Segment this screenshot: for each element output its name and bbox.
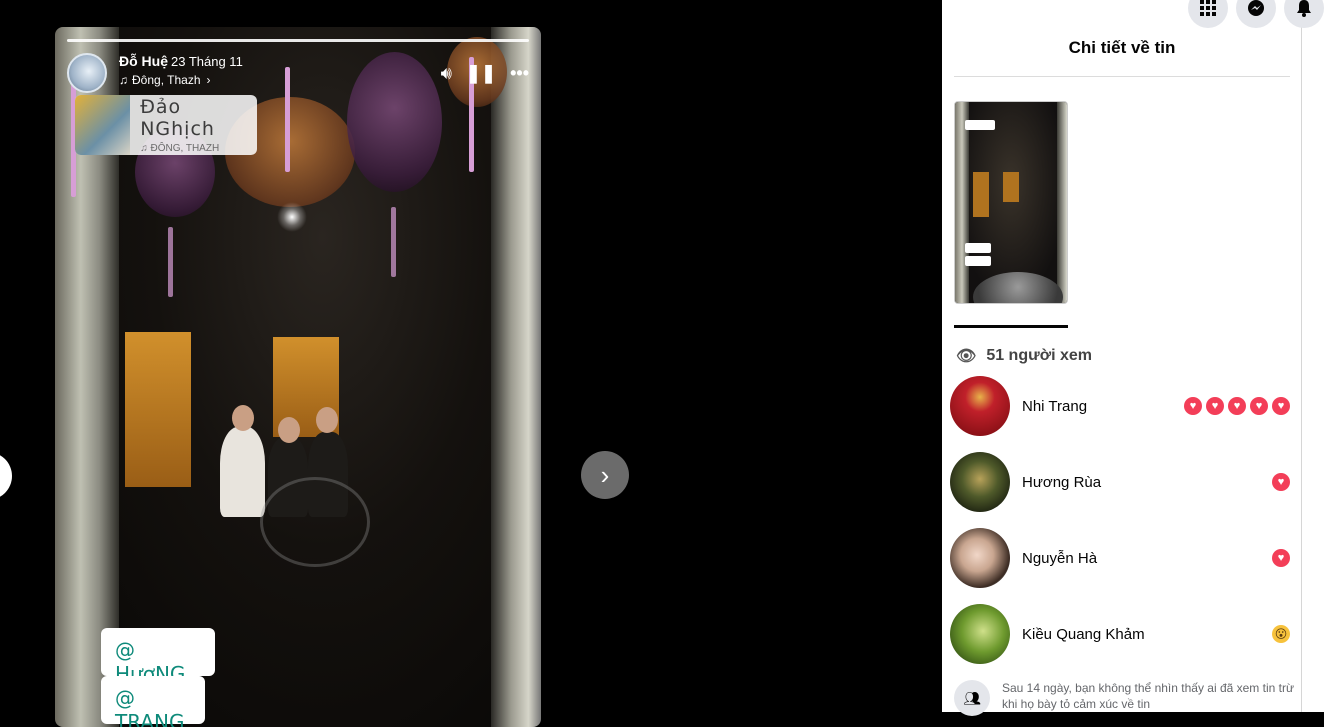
heart-icon: ♥ (1272, 549, 1290, 567)
viewer-row[interactable]: Hương Rùa ♥ (950, 452, 1290, 512)
story-progress-bar (67, 39, 529, 42)
music-link[interactable]: ♫ Đông, Thazh › (119, 73, 243, 87)
thumb-frame-right (1057, 102, 1067, 303)
messenger-icon[interactable] (1236, 0, 1276, 28)
volume-icon[interactable]: 🔊︎ (441, 63, 452, 84)
bell-icon[interactable] (1284, 0, 1324, 28)
light-glow (277, 202, 307, 232)
heart-icon: ♥ (1206, 397, 1224, 415)
orange-door (125, 332, 191, 487)
reactions: 😮︎ (1268, 625, 1290, 643)
reactions: ♥ (1268, 473, 1290, 491)
viewer-name[interactable]: Nguyễn Hà (1022, 550, 1268, 567)
previous-story-button[interactable] (0, 452, 12, 500)
story-details-panel: Chi tiết về tin 👁︎ 51 người xem Nhi Tran… (942, 0, 1324, 716)
thumb-frame-left (955, 102, 969, 303)
apps-grid-icon[interactable] (1188, 0, 1228, 28)
avatar[interactable] (950, 376, 1010, 436)
tassel (391, 207, 396, 277)
music-sticker[interactable]: Đảo NGhịch ♫ ĐÔNG, THAZH (75, 95, 257, 155)
thumbnail-selected-indicator (954, 325, 1068, 328)
album-art (75, 95, 131, 155)
people-icon: 👥︎ (954, 680, 990, 716)
music-label: Đông, Thazh (132, 73, 201, 87)
thumb-tag (965, 256, 991, 266)
heart-icon: ♥ (1228, 397, 1246, 415)
avatar[interactable] (950, 604, 1010, 664)
face (278, 417, 300, 443)
tassel (285, 67, 290, 172)
viewer-name[interactable]: Kiều Quang Khảm (1022, 626, 1268, 643)
heart-icon: ♥ (1272, 473, 1290, 491)
wow-icon: 😮︎ (1272, 625, 1290, 643)
privacy-note-text: Sau 14 ngày, bạn không thể nhìn thấy ai … (1002, 681, 1295, 711)
divider (954, 76, 1290, 77)
heart-icon: ♥ (1272, 397, 1290, 415)
story-viewer: Đỗ Huệ 23 Tháng 11 ♫ Đông, Thazh › 🔊︎ ❚❚ … (0, 0, 942, 727)
next-story-button[interactable]: › (581, 451, 629, 499)
story-date: 23 Tháng 11 (171, 54, 243, 69)
avatar[interactable] (67, 53, 107, 93)
mention-tag[interactable]: @ TRANG (101, 676, 205, 727)
viewer-name[interactable]: Nhi Trang (1022, 398, 1180, 415)
glass-reflection (260, 477, 370, 567)
door-frame-right (491, 27, 541, 727)
mention-tag[interactable]: @ HươNG (101, 628, 215, 686)
scrollbar[interactable] (1301, 0, 1302, 712)
thumb-tag (965, 243, 991, 253)
top-icons (1180, 0, 1324, 28)
face (232, 405, 254, 431)
thumb-music-sticker (965, 120, 995, 130)
thumb-door (1003, 172, 1019, 202)
person (220, 427, 265, 517)
pause-icon[interactable]: ❚❚ (466, 63, 496, 84)
music-note-icon: ♫ (119, 73, 128, 87)
thumb-door (973, 172, 989, 217)
author-name[interactable]: Đỗ Huệ (119, 53, 168, 69)
face (316, 407, 338, 433)
viewers-count-label: 51 người xem (986, 347, 1092, 364)
more-icon[interactable]: ••• (510, 63, 529, 84)
music-artist: ♫ ĐÔNG, THAZH (140, 143, 220, 154)
story-card[interactable]: Đỗ Huệ 23 Tháng 11 ♫ Đông, Thazh › 🔊︎ ❚❚ … (55, 27, 541, 727)
avatar[interactable] (950, 452, 1010, 512)
music-title: Đảo NGhịch (140, 96, 215, 140)
avatar[interactable] (950, 528, 1010, 588)
chevron-right-icon: › (600, 459, 610, 490)
privacy-note: 👥︎ Sau 14 ngày, bạn không thể nhìn thấy … (954, 680, 1294, 716)
tassel (168, 227, 173, 297)
viewer-row[interactable]: Nhi Trang ♥ ♥ ♥ ♥ ♥ (950, 376, 1290, 436)
eye-icon: 👁︎ (956, 348, 977, 365)
reactions: ♥ ♥ ♥ ♥ ♥ (1180, 397, 1290, 415)
story-controls: 🔊︎ ❚❚ ••• (427, 63, 529, 84)
panel-title: Chi tiết về tin (1068, 38, 1176, 57)
story-thumbnail[interactable] (954, 101, 1068, 304)
reactions: ♥ (1268, 549, 1290, 567)
viewers-count: 👁︎ 51 người xem (956, 346, 1092, 366)
chevron-right-icon: › (206, 73, 211, 87)
heart-icon: ♥ (1184, 397, 1202, 415)
heart-icon: ♥ (1250, 397, 1268, 415)
story-header: Đỗ Huệ 23 Tháng 11 ♫ Đông, Thazh › (67, 53, 243, 93)
viewer-row[interactable]: Nguyễn Hà ♥ (950, 528, 1290, 588)
thumb-bowl (973, 272, 1063, 303)
viewer-row[interactable]: Kiều Quang Khảm 😮︎ (950, 604, 1290, 664)
viewer-name[interactable]: Hương Rùa (1022, 474, 1268, 491)
